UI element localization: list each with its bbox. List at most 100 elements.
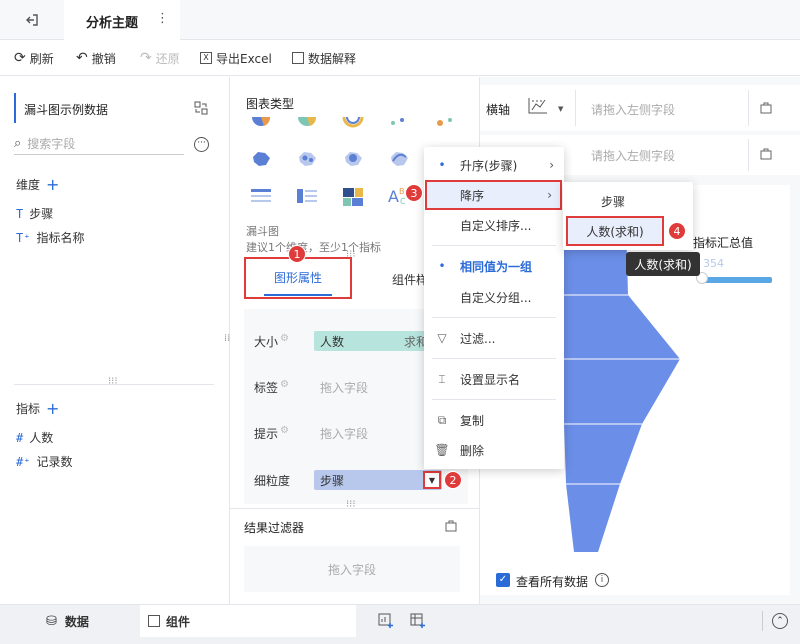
more-options-icon[interactable]: ··· xyxy=(194,137,209,152)
chart-explain-icon xyxy=(292,52,304,64)
info-icon[interactable]: i xyxy=(595,573,609,587)
svg-text:B: B xyxy=(399,187,405,196)
copy-icon: ⧉ xyxy=(437,412,447,427)
result-filter-drop-zone[interactable]: 拖入字段 xyxy=(244,546,460,592)
chart-type-bubble-icon[interactable] xyxy=(434,117,456,137)
data-explain-button[interactable]: 数据解释 xyxy=(292,40,356,76)
settings-icon[interactable]: ⚙ xyxy=(280,333,289,344)
dimension-field[interactable]: T⁺ 指标名称 xyxy=(16,229,84,246)
chart-type-rose-icon[interactable] xyxy=(296,117,318,137)
view-all-data-checkbox[interactable]: ✓ xyxy=(496,573,510,587)
sort-submenu: 步骤 人数(求和) xyxy=(563,182,693,250)
chart-type-point-map-icon[interactable] xyxy=(296,149,318,169)
trash-icon: 🗑 xyxy=(434,443,450,457)
menu-item-delete[interactable]: 🗑 删除 xyxy=(424,436,564,464)
tooltip: 人数(求和) xyxy=(626,252,700,276)
chevron-right-icon: › xyxy=(549,158,554,172)
dimension-field[interactable]: T 步骤 xyxy=(16,205,53,222)
menu-item-display-name[interactable]: ⌶ 设置显示名 xyxy=(424,365,564,393)
chart-type-flow-map-icon[interactable] xyxy=(388,149,410,169)
calc-text-field-icon: T⁺ xyxy=(16,230,31,245)
chart-type-group-table-icon[interactable] xyxy=(296,187,318,207)
summary-value: 354 xyxy=(703,257,724,270)
label-drop-zone[interactable]: 拖入字段 xyxy=(320,379,368,396)
undo-icon: ↶ xyxy=(76,50,88,66)
search-icon: ⌕ xyxy=(14,136,22,151)
search-input[interactable]: 搜索字段 xyxy=(27,135,75,152)
menu-item-sort-ascending[interactable]: • 升序(步骤) › xyxy=(424,151,564,179)
chart-type-ring-icon[interactable] xyxy=(342,116,364,137)
bottom-bar: ⛁ 数据 组件 ⌃ xyxy=(0,604,800,644)
step-badge-1: 1 xyxy=(288,245,306,263)
collapse-up-icon[interactable]: ⌃ xyxy=(772,613,788,629)
measure-field[interactable]: # 人数 xyxy=(16,429,53,446)
chevron-right-icon: › xyxy=(547,188,552,202)
excel-icon: X xyxy=(200,52,212,64)
filter-icon: ▽ xyxy=(437,331,447,345)
chart-type-rect-tree-icon[interactable] xyxy=(342,187,364,207)
menu-item-filter[interactable]: ▽ 过滤... xyxy=(424,324,564,352)
add-component-icon[interactable] xyxy=(378,613,394,629)
chart-type-region-map-icon[interactable] xyxy=(250,149,272,169)
view-all-data-label: 查看所有数据 xyxy=(516,575,589,589)
x-axis-drop-zone[interactable]: 请拖入左侧字段 xyxy=(591,101,675,118)
menu-item-custom-group[interactable]: 自定义分组... xyxy=(424,283,564,311)
menu-item-sort-descending[interactable]: 降序 › xyxy=(425,180,562,210)
menu-item-same-value-group[interactable]: • 相同值为一组 xyxy=(424,252,564,280)
menu-item-copy[interactable]: ⧉ 复制 xyxy=(424,406,564,434)
chart-type-heat-map-icon[interactable] xyxy=(342,149,364,169)
dropdown-arrow-button[interactable]: ▼ xyxy=(423,471,441,489)
redo-button[interactable]: ↷ 还原 xyxy=(140,40,180,76)
exit-icon[interactable] xyxy=(24,12,40,28)
tab-data[interactable]: ⛁ 数据 xyxy=(46,613,89,630)
filter-settings-icon[interactable] xyxy=(444,519,458,533)
theme-title[interactable]: 分析主题 xyxy=(86,12,138,31)
add-measure-icon[interactable]: + xyxy=(46,399,59,418)
x-axis-label: 横轴 xyxy=(486,103,511,117)
x-axis-settings-icon[interactable] xyxy=(759,101,773,115)
context-menu: • 升序(步骤) › 降序 › 自定义排序... • 相同值为一组 自定义分组.… xyxy=(424,147,564,469)
submenu-item-people-sum[interactable]: 人数(求和) xyxy=(566,216,664,246)
database-icon: ⛁ xyxy=(46,614,57,629)
export-excel-button[interactable]: X 导出Excel xyxy=(200,40,272,76)
settings-icon[interactable]: ⚙ xyxy=(280,379,289,390)
axis-type-icon[interactable] xyxy=(526,96,550,116)
chart-type-pie-icon[interactable] xyxy=(250,117,272,137)
undo-button[interactable]: ↶ 撤销 xyxy=(76,40,116,76)
step-badge-4: 4 xyxy=(668,222,686,240)
tab-component[interactable]: 组件 xyxy=(140,605,356,637)
y-axis-drop-zone[interactable]: 请拖入左侧字段 xyxy=(591,147,675,164)
summary-slider[interactable] xyxy=(702,277,772,283)
y-axis-settings-icon[interactable] xyxy=(759,147,773,161)
granularity-field-pill[interactable]: 步骤 ▼ xyxy=(314,470,442,490)
measure-field[interactable]: #⁺ 记录数 xyxy=(16,453,72,470)
summary-label: 指标汇总值 xyxy=(693,236,754,250)
dimension-header: 维度 + xyxy=(16,175,60,194)
add-table-icon[interactable] xyxy=(410,613,426,629)
result-filter-title: 结果过滤器 xyxy=(244,521,305,535)
chart-type-title: 图表类型 xyxy=(246,97,295,111)
submenu-item-step[interactable]: 步骤 xyxy=(601,193,625,210)
step-badge-2: 2 xyxy=(444,471,462,489)
add-dimension-icon[interactable]: + xyxy=(46,175,59,194)
dataset-name[interactable]: 漏斗图示例数据 xyxy=(24,101,108,118)
chart-type-detail-table-icon[interactable] xyxy=(250,187,272,207)
chart-type-hint: 建议1个维度，至少1个指标 xyxy=(246,241,381,254)
switch-dataset-icon[interactable] xyxy=(194,101,208,115)
toolbar: ⟳ 刷新 ↶ 撤销 ↷ 还原 X 导出Excel 数据解释 xyxy=(0,40,800,76)
chart-type-scatter-icon[interactable] xyxy=(388,117,410,137)
search-field[interactable]: ⌕ 搜索字段 xyxy=(14,133,184,155)
more-icon[interactable]: ⋮ xyxy=(156,11,169,26)
tooltip-drop-zone[interactable]: 拖入字段 xyxy=(320,425,368,442)
field-panel: 漏斗图示例数据 ⌕ 搜索字段 ··· 维度 + T 步骤 T⁺ 指标名称 ⁝⁝⁝… xyxy=(0,77,230,604)
svg-text:C: C xyxy=(400,197,406,206)
size-field-pill[interactable]: 人数 求和 xyxy=(314,331,434,351)
settings-icon[interactable]: ⚙ xyxy=(280,425,289,436)
chart-icon xyxy=(148,615,160,627)
menu-item-custom-sort[interactable]: 自定义排序... xyxy=(424,211,564,239)
tab-graph-properties[interactable]: 图形属性 xyxy=(244,257,352,299)
bullet-icon: • xyxy=(438,259,446,273)
top-bar: 分析主题 ⋮ xyxy=(0,0,800,40)
refresh-button[interactable]: ⟳ 刷新 xyxy=(14,40,54,76)
drag-handle[interactable]: ⁝⁝⁝ xyxy=(108,376,118,387)
